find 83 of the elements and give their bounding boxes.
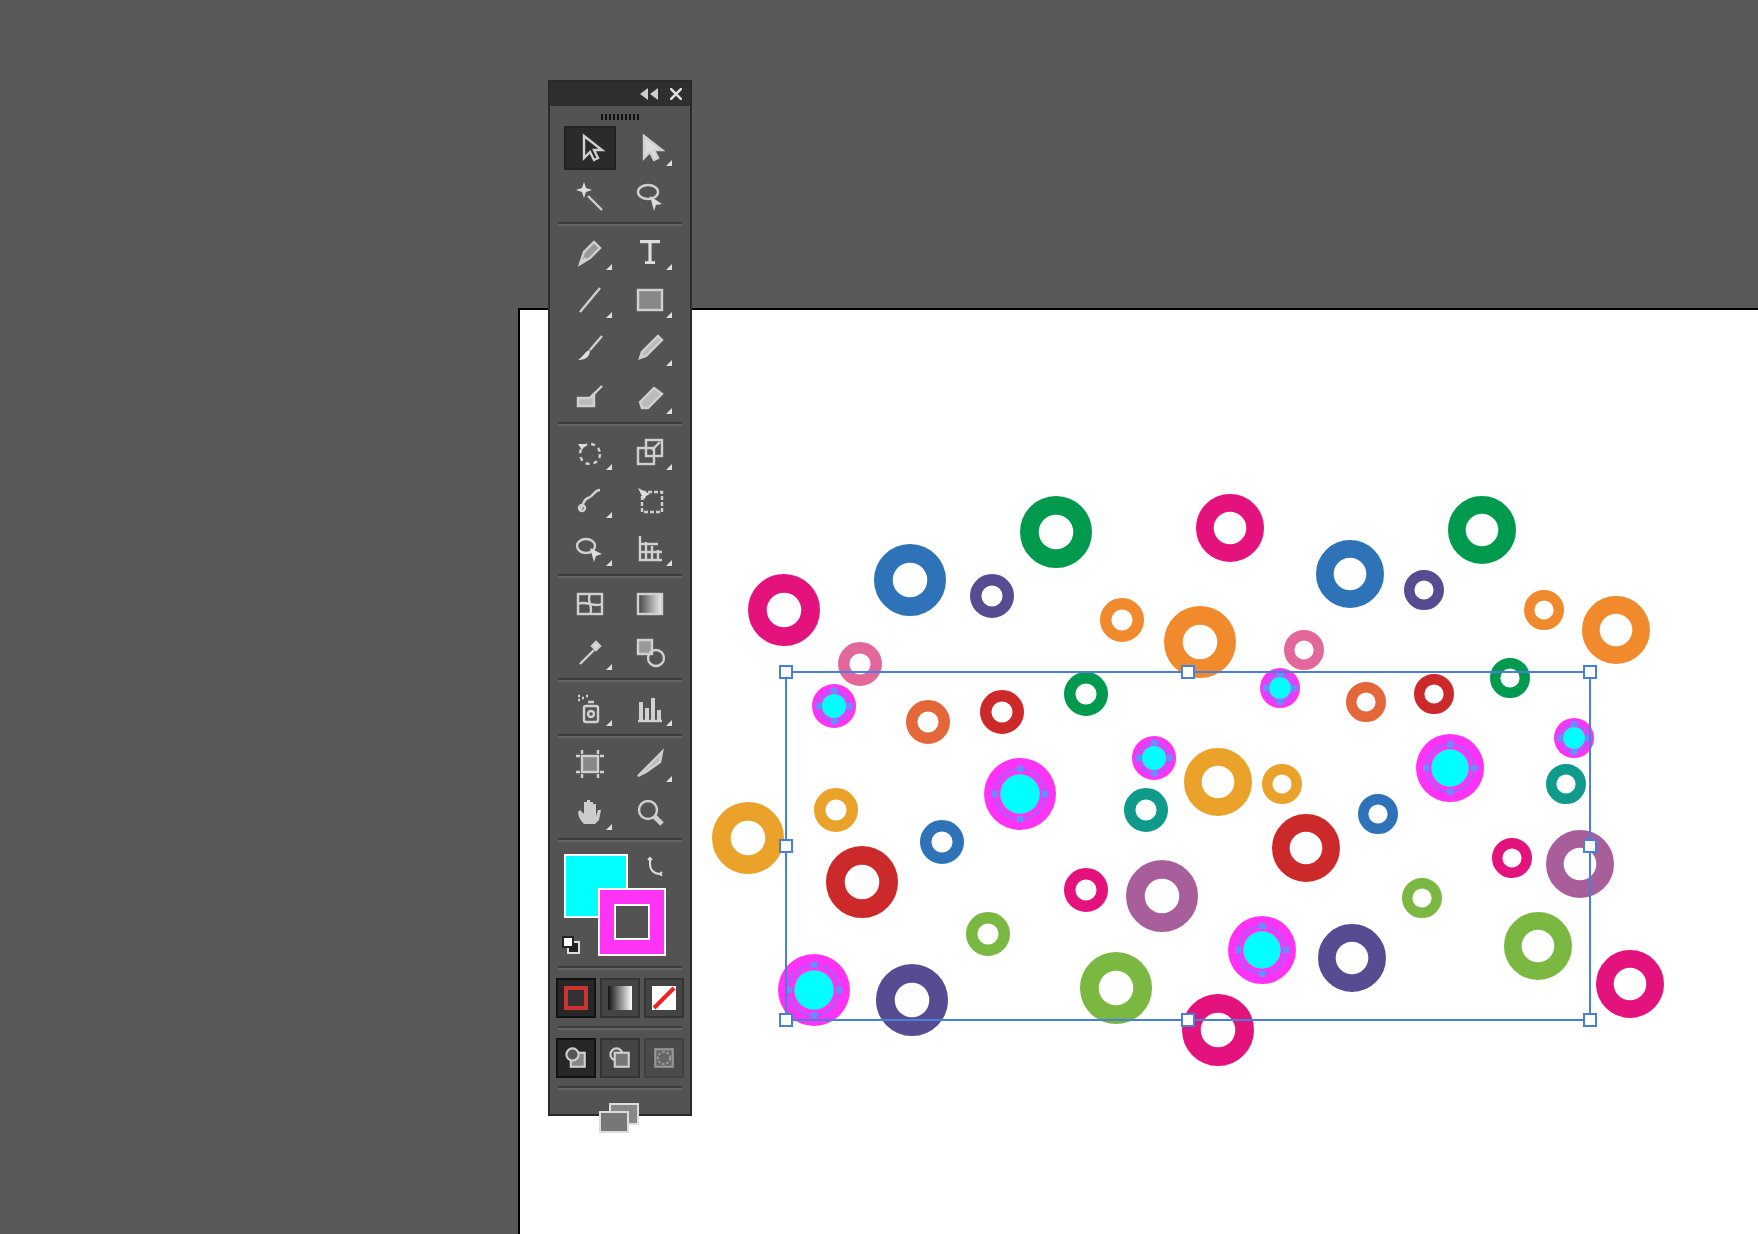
shape-builder-icon	[574, 532, 606, 564]
mesh-icon	[574, 588, 606, 620]
gradient-mode-button[interactable]	[600, 978, 640, 1018]
screen-mode-icon[interactable]	[598, 1102, 642, 1134]
color-mode-button[interactable]	[556, 978, 596, 1018]
ring-shape[interactable]	[1164, 606, 1236, 678]
free-transform-icon	[634, 484, 666, 516]
ring-shape[interactable]	[1182, 994, 1254, 1066]
ring-shape[interactable]	[1316, 540, 1384, 608]
ring-shape[interactable]	[1404, 570, 1444, 610]
hand-icon	[574, 796, 606, 828]
lasso-icon	[634, 180, 666, 212]
eyedropper-icon	[574, 636, 606, 668]
ring-shape[interactable]	[748, 574, 820, 646]
selection-tool-button[interactable]	[564, 126, 616, 170]
stroke-swatch[interactable]	[598, 888, 666, 956]
ring-shape[interactable]	[1318, 924, 1386, 992]
selected-circle[interactable]	[1132, 736, 1176, 780]
warp-icon	[574, 484, 606, 516]
bar-chart-icon	[634, 692, 666, 724]
none-mode-icon	[648, 982, 680, 1014]
draw-normal-icon	[562, 1044, 590, 1072]
ring-shape[interactable]	[1284, 630, 1324, 670]
artboard-icon	[574, 748, 606, 780]
ring-shape[interactable]	[1064, 868, 1108, 912]
line-icon	[574, 284, 606, 316]
ring-shape[interactable]	[876, 964, 948, 1036]
type-icon	[634, 236, 666, 268]
color-mode-icon	[560, 982, 592, 1014]
zoom-icon	[634, 796, 666, 828]
selected-circle[interactable]	[778, 954, 850, 1026]
blob-brush-icon	[574, 380, 606, 412]
ring-shape[interactable]	[1272, 814, 1340, 882]
draw-normal-button[interactable]	[556, 1038, 596, 1078]
ring-shape[interactable]	[1358, 794, 1398, 834]
gradient-icon	[634, 588, 666, 620]
ring-shape[interactable]	[1196, 494, 1264, 562]
brush-icon	[574, 332, 606, 364]
ring-shape[interactable]	[920, 820, 964, 864]
draw-behind-icon	[606, 1044, 634, 1072]
ring-shape[interactable]	[874, 544, 946, 616]
collapse-icon[interactable]	[640, 88, 658, 100]
ring-shape[interactable]	[1124, 788, 1168, 832]
default-colors-icon[interactable]	[562, 936, 580, 954]
ring-shape[interactable]	[1126, 860, 1198, 932]
grip-icon[interactable]	[600, 113, 640, 119]
ring-shape[interactable]	[1596, 950, 1664, 1018]
close-icon[interactable]	[670, 88, 682, 100]
pen-nib-icon	[574, 236, 606, 268]
ring-shape[interactable]	[1546, 830, 1614, 898]
selected-circle[interactable]	[1416, 734, 1484, 802]
selection-bounding-box[interactable]	[779, 665, 1597, 1027]
perspective-grid-icon	[634, 532, 666, 564]
ring-shape[interactable]	[1492, 838, 1532, 878]
ring-shape[interactable]	[1020, 496, 1092, 568]
draw-inside-icon	[650, 1044, 678, 1072]
swap-arrows-icon[interactable]	[646, 856, 666, 876]
ring-shape[interactable]	[980, 690, 1024, 734]
ring-shape[interactable]	[838, 642, 882, 686]
selected-circle[interactable]	[984, 758, 1056, 830]
draw-behind-button[interactable]	[600, 1038, 640, 1078]
ring-shape[interactable]	[1346, 682, 1386, 722]
ring-shape[interactable]	[970, 574, 1014, 618]
ring-shape[interactable]	[1546, 764, 1586, 804]
knife-icon	[634, 748, 666, 780]
ring-shape[interactable]	[826, 846, 898, 918]
selected-circle[interactable]	[1228, 916, 1296, 984]
wand-icon	[574, 180, 606, 212]
selected-circle[interactable]	[1260, 668, 1300, 708]
ring-shape[interactable]	[1064, 672, 1108, 716]
blend-icon	[634, 636, 666, 668]
pencil-icon	[634, 332, 666, 364]
gradient-mode-icon	[604, 982, 636, 1014]
ring-shape[interactable]	[1490, 658, 1530, 698]
scale-icon	[634, 436, 666, 468]
selected-circle[interactable]	[1554, 718, 1594, 758]
none-mode-button[interactable]	[644, 978, 684, 1018]
ring-shape[interactable]	[906, 700, 950, 744]
ring-shape[interactable]	[1080, 952, 1152, 1024]
selected-circle[interactable]	[812, 684, 856, 728]
ring-shape[interactable]	[1414, 674, 1454, 714]
rectangle-icon	[634, 284, 666, 316]
ring-shape[interactable]	[1448, 496, 1516, 564]
